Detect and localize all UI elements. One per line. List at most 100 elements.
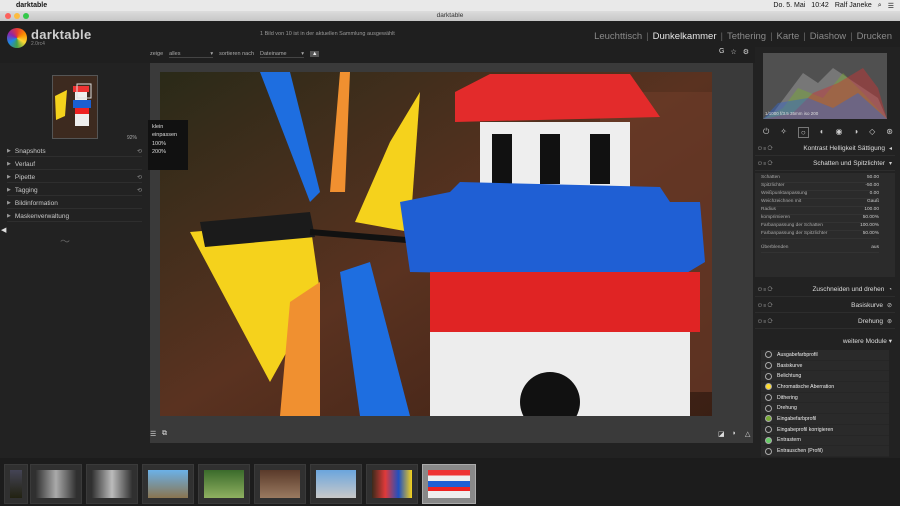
main-image[interactable] <box>160 72 712 416</box>
collection-status: 1 Bild von 10 ist in der aktuellen Samml… <box>260 31 395 37</box>
filmstrip-thumb[interactable] <box>4 464 28 504</box>
more-module-item[interactable]: Eingabeprofil korrigieren <box>761 425 889 436</box>
module-color-picker[interactable]: ▶ Pipette ⟲ <box>7 172 142 183</box>
zoom-200[interactable]: 200% <box>152 148 184 156</box>
effect-group-icon[interactable]: ◇ <box>869 127 875 138</box>
overexposed-icon[interactable]: △ <box>745 430 750 438</box>
zoom-percent[interactable]: 92% <box>127 135 137 141</box>
module-image-info[interactable]: ▶ Bildinformation <box>7 198 142 209</box>
zoom-100[interactable]: 100% <box>152 140 184 148</box>
more-module-item[interactable]: Entrauschen (Profil) <box>761 446 889 457</box>
module-icon <box>765 394 772 402</box>
show-select[interactable]: alles ▾ <box>169 51 214 58</box>
filmstrip-thumb[interactable] <box>366 464 418 504</box>
param-blur-with[interactable]: Weichzeichnen mit Gauß <box>761 199 879 207</box>
user-name[interactable]: Ralf Janeke <box>835 2 872 9</box>
bottom-toolbar: ☰ ⧉ ◪ ◗ △ <box>150 430 755 442</box>
view-print[interactable]: Drucken <box>857 31 892 42</box>
menu-icon[interactable]: ☰ <box>888 2 894 10</box>
basic-group-icon[interactable]: ○ <box>797 127 809 138</box>
favorite-icon[interactable]: ✧ <box>780 127 787 138</box>
param-highlights[interactable]: Spitzlichter -50.00 <box>761 183 879 191</box>
softproof-icon[interactable]: ◪ <box>718 430 725 438</box>
more-module-item[interactable]: Dithering <box>761 393 889 404</box>
filmstrip-thumb[interactable] <box>198 464 250 504</box>
module-base-curve[interactable]: ⏻ ≡ ⟳ Basiskurve ⊘ <box>755 299 895 313</box>
filter-bar: zeige alles ▾ sortieren nach Dateiname ▾ ▲ <box>150 47 755 61</box>
module-icon <box>765 426 772 434</box>
color-group-icon[interactable]: ◉ <box>835 127 842 138</box>
view-darkroom[interactable]: Dunkelkammer <box>653 31 717 42</box>
module-rotation[interactable]: ⏻ ≡ ⟳ Drehung ⊛ <box>755 315 895 329</box>
zoom-fit[interactable]: einpassen <box>152 131 184 139</box>
styles-icon[interactable]: ⧉ <box>162 430 167 438</box>
histogram[interactable]: 1/1000 f/3.5 35mm iso 200 <box>763 53 887 119</box>
sort-select[interactable]: Dateiname ▾ <box>260 51 305 58</box>
reset-icon: ⟲ <box>136 174 142 181</box>
param-radius[interactable]: Radius 100.00 <box>761 207 879 215</box>
more-module-item[interactable]: Entrastern <box>761 436 889 447</box>
module-contrast[interactable]: ⏻ ≡ ⟳ Kontrast Helligkeit Sättigung ◂ <box>755 142 895 156</box>
module-mask-manager[interactable]: ▶ Maskenverwaltung <box>7 211 142 222</box>
view-lighttable[interactable]: Leuchttisch <box>594 31 642 42</box>
grouping-icon[interactable]: G <box>719 48 724 56</box>
correct-group-icon[interactable]: ◑ <box>853 127 858 138</box>
search-icon[interactable]: ⌕ <box>878 2 882 10</box>
more-modules-button[interactable]: weitere Module ▾ <box>843 337 892 345</box>
close-button[interactable] <box>5 13 11 19</box>
collapse-icon: ▾ <box>888 161 892 167</box>
presets-icon[interactable]: ☰ <box>150 430 156 438</box>
module-tagging[interactable]: ▶ Tagging ⟲ <box>7 185 142 196</box>
module-shadows-highlights[interactable]: ⏻ ≡ ⟳ Schatten und Spitzlichter ▾ <box>755 157 895 171</box>
param-white-point[interactable]: Weißpunktanpassung 0.00 <box>761 191 879 199</box>
right-panel: 1/1000 f/3.5 35mm iso 200 ⏻ ✧ ○ ◐ ◉ ◑ ◇ … <box>755 47 900 458</box>
param-shadows-color[interactable]: Farbanpassung der Schatten 100.00% <box>761 223 879 231</box>
view-map[interactable]: Karte <box>777 31 800 42</box>
param-blend[interactable]: Überblenden aus <box>761 245 879 253</box>
module-crop-rotate[interactable]: ⏻ ≡ ⟳ Zuschneiden und drehen ◔ <box>755 283 895 297</box>
zoom-small[interactable]: klein <box>152 123 184 131</box>
filmstrip-thumb-selected[interactable] <box>422 464 476 504</box>
more-module-item[interactable]: Drehung <box>761 403 889 415</box>
more-module-item[interactable]: Basiskurve <box>761 361 889 372</box>
param-shadows[interactable]: Schatten 50.00 <box>761 175 879 183</box>
sort-direction-icon[interactable]: ▲ <box>310 51 320 57</box>
view-tethering[interactable]: Tethering <box>727 31 766 42</box>
module-controls-icon: ⏻ ≡ ⟳ <box>758 286 774 293</box>
crop-icon: ◔ <box>888 286 892 293</box>
view-slideshow[interactable]: Diashow <box>810 31 846 42</box>
module-icon <box>765 372 772 380</box>
more-module-item[interactable]: Chromatische Aberration <box>761 382 889 393</box>
rotate-icon: ⊛ <box>886 319 892 325</box>
center-image-area[interactable] <box>150 63 753 443</box>
filmstrip-thumb[interactable] <box>310 464 362 504</box>
filmstrip-thumb[interactable] <box>30 464 82 504</box>
module-icon <box>765 383 772 391</box>
minimize-button[interactable] <box>14 13 20 19</box>
tone-group-icon[interactable]: ◐ <box>820 127 825 138</box>
expand-icon: ◂ <box>888 146 892 152</box>
navigation-thumbnail[interactable] <box>52 75 98 139</box>
filmstrip-thumb[interactable] <box>86 464 138 504</box>
module-icon <box>765 436 772 444</box>
more-module-item[interactable]: Ausgabefarbprofil <box>761 350 889 361</box>
gamut-check-icon[interactable]: ◗ <box>732 430 736 437</box>
zoom-button[interactable] <box>23 13 29 19</box>
app-menu[interactable]: darktable <box>16 2 47 9</box>
collapse-left-icon[interactable]: ◀ <box>1 226 6 234</box>
gear-icon[interactable]: ⚙ <box>743 48 749 56</box>
show-label: zeige <box>150 51 164 57</box>
param-compress[interactable]: komprimieren 50.00% <box>761 215 879 223</box>
filmstrip-thumb[interactable] <box>254 464 306 504</box>
left-panel: 92% ▶ Snapshots ⟲ ▶ Verlauf ▶ Pipette ⟲ ▶ Tagg… <box>0 63 146 458</box>
other-group-icon[interactable]: ⊛ <box>886 127 893 138</box>
more-module-item[interactable]: Belichtung <box>761 371 889 383</box>
module-history[interactable]: ▶ Verlauf <box>7 159 142 170</box>
filmstrip-thumb[interactable] <box>142 464 194 504</box>
more-module-item[interactable]: Eingabefarbprofil <box>761 414 889 425</box>
power-icon[interactable]: ⏻ <box>763 127 769 138</box>
star-icon[interactable]: ☆ <box>730 48 736 56</box>
param-highlights-color[interactable]: Farbanpassung der Spitzlichter 50.00% <box>761 231 879 239</box>
logo-version: 2.0rc4 <box>31 41 45 47</box>
module-snapshots[interactable]: ▶ Snapshots ⟲ <box>7 146 142 157</box>
